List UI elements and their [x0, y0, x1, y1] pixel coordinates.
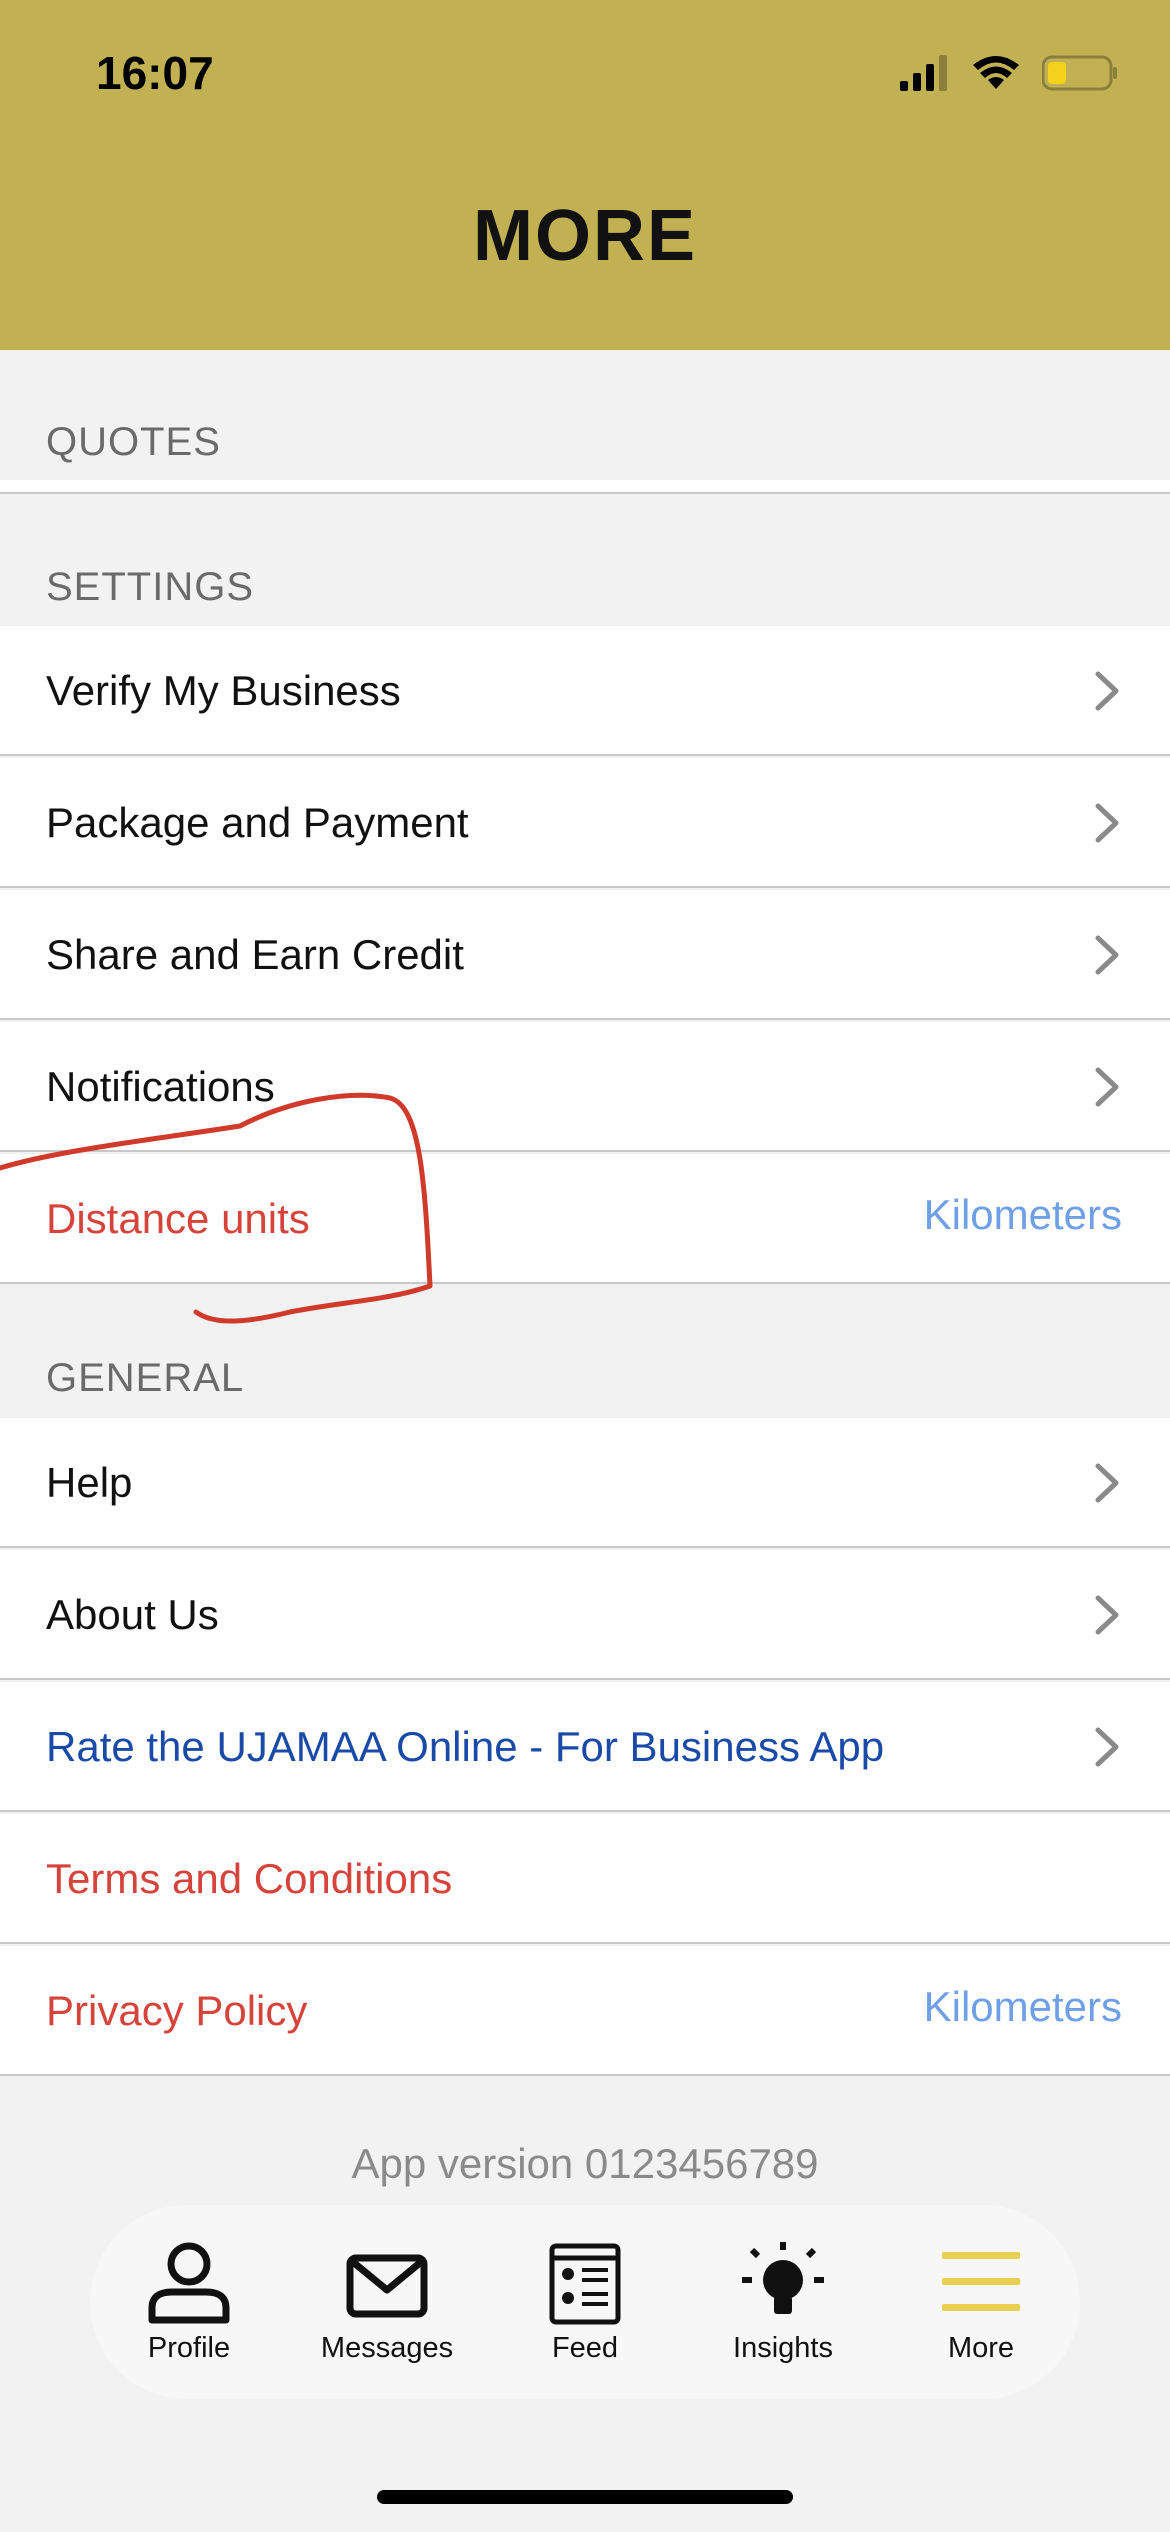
- tab-profile[interactable]: Profile: [104, 2240, 274, 2365]
- section-label-quotes: QUOTES: [46, 420, 221, 464]
- row-label: Rate the UJAMAA Online - For Business Ap…: [46, 1723, 885, 1770]
- settings-item-verify-business[interactable]: Verify My Business: [0, 626, 1170, 756]
- battery-icon: [1042, 55, 1117, 91]
- privacy-row-value: Kilometers: [923, 1983, 1122, 2030]
- general-item-rate-app[interactable]: Rate the UJAMAA Online - For Business Ap…: [0, 1682, 1170, 1812]
- signal-icon: [900, 55, 947, 91]
- chevron-right-icon: [1095, 1067, 1119, 1107]
- general-item-help[interactable]: Help: [0, 1418, 1170, 1548]
- lightbulb-icon: [742, 2241, 824, 2314]
- settings-item-share-earn-credit[interactable]: Share and Earn Credit: [0, 890, 1170, 1020]
- wifi-icon: [973, 56, 1019, 89]
- row-label: Privacy Policy: [46, 1987, 308, 2034]
- home-indicator: [377, 2490, 793, 2504]
- tab-feed[interactable]: Feed: [500, 2240, 670, 2365]
- chevron-right-icon: [1095, 803, 1119, 843]
- tab-label: More: [947, 2331, 1015, 2364]
- tab-label: Feed: [551, 2331, 619, 2364]
- tab-messages[interactable]: Messages: [302, 2240, 472, 2365]
- status-icons: [900, 48, 1118, 98]
- general-item-privacy-policy[interactable]: Privacy Policy Kilometers: [0, 1946, 1170, 2076]
- row-label: Terms and Conditions: [46, 1855, 453, 1902]
- general-item-terms[interactable]: Terms and Conditions: [0, 1814, 1170, 1944]
- tab-label: Insights: [733, 2331, 833, 2364]
- tab-label: Profile: [147, 2331, 231, 2364]
- settings-item-distance-units[interactable]: Distance units Kilometers: [0, 1154, 1170, 1284]
- tab-bar: Profile Messages Feed Insights More: [90, 2205, 1080, 2399]
- distance-units-value[interactable]: Kilometers: [924, 1154, 1122, 1276]
- row-label: Share and Earn Credit: [46, 931, 464, 978]
- person-icon: [148, 2242, 230, 2323]
- row-label: Notifications: [46, 1063, 275, 1110]
- row-label: Package and Payment: [46, 799, 469, 846]
- settings-item-notifications[interactable]: Notifications: [0, 1022, 1170, 1152]
- page-title: MORE: [473, 196, 697, 276]
- row-label: Help: [46, 1459, 133, 1506]
- feed-icon: [549, 2243, 621, 2324]
- chevron-right-icon: [1095, 935, 1119, 975]
- row-label: About Us: [46, 1591, 219, 1638]
- menu-icon: [942, 2251, 1020, 2311]
- header-bar: 16:07 MORE: [0, 0, 1170, 350]
- tab-insights[interactable]: Insights: [698, 2240, 868, 2365]
- tab-label: Messages: [320, 2331, 454, 2364]
- row-label: Verify My Business: [46, 667, 401, 714]
- envelope-icon: [346, 2254, 428, 2317]
- quotes-row-stub: [0, 480, 1170, 492]
- tab-more[interactable]: More: [896, 2240, 1066, 2365]
- row-label: Distance units: [46, 1195, 310, 1242]
- status-time: 16:07: [96, 47, 214, 99]
- app-version: App version 0123456789: [351, 2140, 819, 2187]
- section-label-settings: SETTINGS: [46, 565, 255, 609]
- chevron-right-icon: [1095, 1595, 1119, 1635]
- section-label-general: GENERAL: [46, 1356, 245, 1400]
- chevron-right-icon: [1095, 671, 1119, 711]
- chevron-right-icon: [1095, 1727, 1119, 1767]
- chevron-right-icon: [1095, 1463, 1119, 1503]
- general-item-about-us[interactable]: About Us: [0, 1550, 1170, 1680]
- divider: [0, 492, 1170, 494]
- settings-item-package-payment[interactable]: Package and Payment: [0, 758, 1170, 888]
